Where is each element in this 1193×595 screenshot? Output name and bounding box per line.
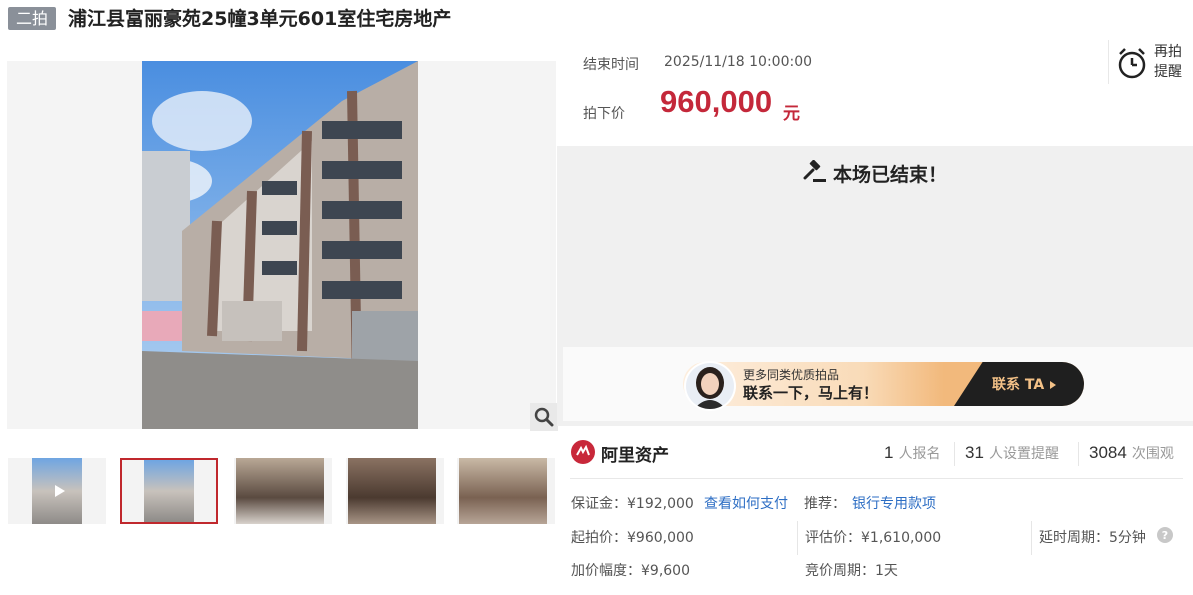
- zoom-button[interactable]: [530, 403, 558, 431]
- deposit-value: 保证金：¥192,000: [571, 496, 694, 512]
- svg-text:?: ?: [1162, 529, 1168, 542]
- divider: [797, 521, 798, 555]
- divider: [1078, 442, 1079, 466]
- final-price-label: 拍下价: [583, 106, 625, 122]
- reminder-label: 人设置提醒: [989, 446, 1060, 462]
- promo-subtitle: 更多同类优质拍品: [743, 368, 840, 382]
- views-stat: 3084 次围观: [1089, 443, 1174, 463]
- play-icon: [55, 485, 65, 497]
- divider: [1031, 521, 1032, 555]
- signup-label: 人报名: [898, 446, 941, 462]
- page-title: 浦江县富丽豪苑25幢3单元601室住宅房地产: [68, 8, 452, 30]
- thumbnail-building[interactable]: [120, 458, 218, 524]
- end-time-value: 2025/11/18 10:00:00: [664, 54, 813, 70]
- remind-label[interactable]: 再拍提醒: [1154, 42, 1188, 82]
- recommend-label: 推荐：: [804, 496, 846, 512]
- zoom-icon: [534, 407, 554, 427]
- start-price: 起拍价：¥960,000: [571, 530, 694, 546]
- thumbnail-hallway[interactable]: [457, 458, 555, 524]
- auction-round-badge: 二拍: [8, 7, 56, 30]
- ali-logo-icon: [571, 440, 595, 464]
- delay-period: 延时周期：5分钟: [1039, 530, 1146, 546]
- end-time-label: 结束时间: [583, 57, 639, 73]
- divider: [570, 478, 1183, 479]
- thumbnail-living-room[interactable]: [234, 458, 332, 524]
- how-to-pay-link[interactable]: 查看如何支付: [704, 493, 788, 513]
- views-label: 次围观: [1131, 446, 1174, 462]
- caret-right-icon: [1050, 381, 1057, 389]
- views-count: 3084: [1089, 443, 1127, 462]
- help-icon[interactable]: ?: [1157, 527, 1173, 543]
- price-unit: 元: [783, 104, 800, 124]
- reminder-stat: 31 人设置提醒: [965, 443, 1059, 463]
- valuation-price: 评估价：¥1,610,000: [805, 530, 942, 546]
- signup-stat: 1 人报名: [884, 443, 941, 463]
- promo-title: 联系一下，马上有！: [743, 384, 879, 402]
- thumbnail-video[interactable]: [8, 458, 106, 524]
- main-property-photo[interactable]: [142, 61, 418, 429]
- bid-increment: 加价幅度：¥9,600: [571, 563, 690, 579]
- bank-funds-link[interactable]: 银行专用款项: [852, 493, 936, 513]
- alarm-clock-icon: [1118, 48, 1146, 79]
- divider: [954, 442, 955, 466]
- gavel-icon: [803, 160, 826, 182]
- auction-ended-message: 本场已结束！: [833, 164, 948, 186]
- reminder-count: 31: [965, 443, 984, 462]
- bid-period: 竞价周期：1天: [805, 563, 898, 579]
- platform-name: 阿里资产: [601, 446, 669, 466]
- thumbnail-interior[interactable]: [346, 458, 444, 524]
- contact-ta-label: 联系 TA: [992, 377, 1045, 393]
- contact-ta-button[interactable]: 联系 TA: [992, 374, 1057, 394]
- final-price-value: 960,000: [660, 84, 773, 119]
- agent-avatar: [684, 361, 736, 411]
- signup-count: 1: [884, 443, 894, 462]
